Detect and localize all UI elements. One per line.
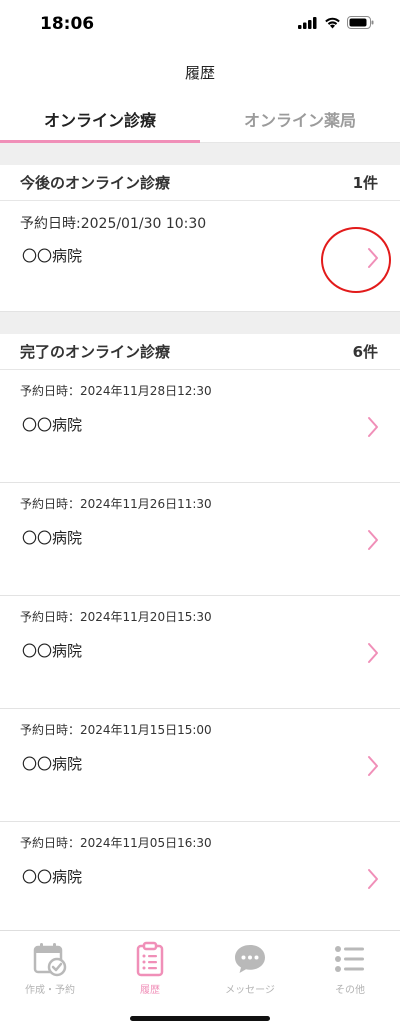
tab-label: オンライン薬局 (243, 110, 356, 130)
status-time: 18:06 (40, 14, 95, 34)
highlight-annotation-circle (321, 227, 391, 293)
status-icons (298, 16, 374, 29)
hospital-name: 〇〇病院 (22, 416, 83, 434)
chevron-right-icon[interactable] (366, 529, 380, 551)
appointment-date: 予約日時:2025/01/30 10:30 (20, 216, 207, 232)
completed-section-header: 完了のオンライン診療 6件 (0, 334, 400, 370)
status-bar: 18:06 (0, 0, 400, 50)
page-title: 履歴 (184, 63, 215, 82)
completed-appointment-row[interactable]: 予約日時：2024年11月05日16:30 〇〇病院 (0, 822, 400, 930)
tabbar-item-history[interactable]: 履歴 (100, 941, 200, 996)
chevron-right-icon[interactable] (366, 755, 380, 777)
battery-icon (347, 16, 374, 29)
completed-appointment-row[interactable]: 予約日時：2024年11月15日15:00 〇〇病院 (0, 709, 400, 822)
section-count: 6件 (352, 343, 378, 361)
signal-icon (298, 16, 317, 29)
tabbar-label: 作成・予約 (25, 985, 75, 996)
tab-label: オンライン診療 (43, 110, 156, 130)
hospital-name: 〇〇病院 (22, 755, 83, 773)
hospital-name: 〇〇病院 (22, 247, 83, 265)
nav-header: 履歴 (0, 50, 400, 94)
tab-online-consultation[interactable]: オンライン診療 (0, 95, 200, 143)
appointment-date: 予約日時：2024年11月26日11:30 (20, 497, 212, 511)
chevron-right-icon[interactable] (366, 416, 380, 438)
tab-online-pharmacy[interactable]: オンライン薬局 (200, 95, 400, 142)
history-tabs: オンライン診療 オンライン薬局 (0, 95, 400, 143)
tabbar-item-create-reserve[interactable]: 作成・予約 (0, 941, 100, 996)
appointment-date: 予約日時：2024年11月05日16:30 (20, 836, 212, 850)
section-divider (0, 143, 400, 165)
section-count: 1件 (352, 174, 378, 192)
section-title: 今後のオンライン診療 (20, 174, 171, 192)
wifi-icon (325, 17, 340, 28)
tabbar-item-message[interactable]: メッセージ (200, 941, 300, 996)
home-indicator (130, 1016, 270, 1021)
hospital-name: 〇〇病院 (22, 529, 83, 547)
completed-appointment-row[interactable]: 予約日時：2024年11月20日15:30 〇〇病院 (0, 596, 400, 709)
appointment-date: 予約日時：2024年11月28日12:30 (20, 384, 212, 398)
tabbar-label: その他 (335, 985, 365, 996)
chat-bubble-icon (235, 945, 265, 973)
hospital-name: 〇〇病院 (22, 868, 83, 886)
section-title: 完了のオンライン診療 (20, 343, 171, 361)
clipboard-list-icon (136, 941, 164, 977)
tabbar-label: メッセージ (225, 985, 275, 996)
list-icon (335, 946, 364, 972)
appointment-date: 予約日時：2024年11月20日15:30 (20, 610, 212, 624)
chevron-right-icon[interactable] (366, 868, 380, 890)
hospital-name: 〇〇病院 (22, 642, 83, 660)
tabbar-label: 履歴 (140, 985, 160, 996)
completed-appointment-row[interactable]: 予約日時：2024年11月28日12:30 〇〇病院 (0, 370, 400, 483)
chevron-right-icon[interactable] (366, 642, 380, 664)
appointment-date: 予約日時：2024年11月15日15:00 (20, 723, 212, 737)
calendar-check-icon (33, 943, 67, 977)
bottom-tab-bar: 作成・予約 履歴 メッセージ その他 (0, 930, 400, 1030)
upcoming-section-header: 今後のオンライン診療 1件 (0, 165, 400, 201)
completed-appointment-row[interactable]: 予約日時：2024年11月26日11:30 〇〇病院 (0, 483, 400, 596)
section-divider (0, 312, 400, 334)
tabbar-item-other[interactable]: その他 (300, 941, 400, 996)
